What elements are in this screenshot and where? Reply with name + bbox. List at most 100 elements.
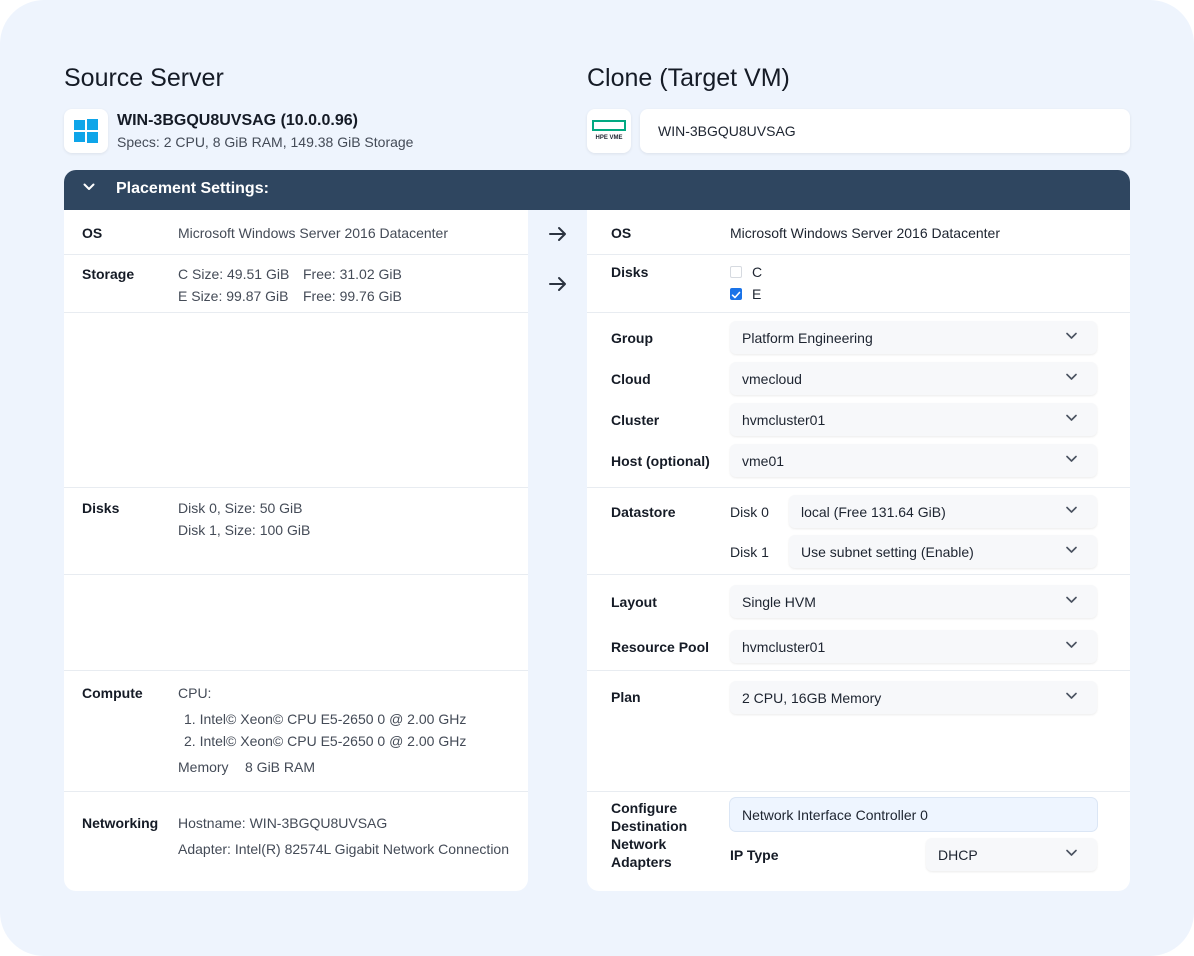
ip-type-select-value: DHCP [938,847,978,863]
divider [64,487,528,488]
network-config-label-line1: Configure [611,800,678,816]
datastore-disk0-label: Disk 0 [730,504,769,520]
cpu-label: CPU: [178,685,212,701]
nic-name-input[interactable]: Network Interface Controller 0 [730,798,1097,831]
divider [64,254,528,255]
resource-pool-select-value: hvmcluster01 [742,639,826,655]
divider [64,791,528,792]
source-server-specs: Specs: 2 CPU, 8 GiB RAM, 149.38 GiB Stor… [117,134,414,150]
target-settings-panel: OS Microsoft Windows Server 2016 Datacen… [587,210,1130,891]
group-label: Group [611,330,653,346]
chevron-down-icon [1066,849,1077,856]
divider [64,574,528,575]
chevron-down-icon [1066,373,1077,380]
chevron-down-icon [1066,596,1077,603]
plan-label: Plan [611,689,641,705]
resource-pool-label: Resource Pool [611,639,710,655]
cluster-label: Cluster [611,412,660,428]
divider [587,574,1130,575]
hpe-vme-logo-text: HPE VME [595,135,622,141]
divider [587,254,1130,255]
source-hostname: Hostname: WIN-3BGQU8UVSAG [178,815,388,831]
source-disk-1: Disk 1, Size: 100 GiB [178,522,311,538]
chevron-down-icon [1066,332,1077,339]
clone-wizard-frame: Source Server Clone (Target VM) WIN-3BGQ… [0,0,1194,956]
storage-e-size: E Size: 99.87 GiB [178,288,289,304]
network-config-label-line2: Destination [611,818,688,834]
chevron-down-icon [1066,506,1077,513]
target-os-value: Microsoft Windows Server 2016 Datacenter [730,225,1000,241]
layout-select[interactable]: Single HVM [730,585,1097,618]
source-details-panel: OS Microsoft Windows Server 2016 Datacen… [64,210,528,891]
datastore-label: Datastore [611,504,676,520]
host-select[interactable]: vme01 [730,444,1097,477]
datastore-disk1-select[interactable]: Use subnet setting (Enable) [789,535,1097,568]
source-server-name: WIN-3BGQU8UVSAG (10.0.0.96) [117,112,358,129]
plan-select-value: 2 CPU, 16GB Memory [742,690,882,706]
divider [587,791,1130,792]
divider [64,312,528,313]
hpe-vme-logo-icon: HPE VME [587,109,631,153]
source-disks-label: Disks [82,500,120,516]
storage-c-free: Free: 31.02 GiB [303,266,402,282]
layout-select-value: Single HVM [742,594,816,610]
chevron-down-icon[interactable] [83,181,95,193]
source-storage-label: Storage [82,266,135,282]
resource-pool-select[interactable]: hvmcluster01 [730,630,1097,663]
source-disk-0: Disk 0, Size: 50 GiB [178,500,303,516]
source-os-value: Microsoft Windows Server 2016 Datacenter [178,225,448,241]
checkmark-icon [731,291,741,299]
target-vm-name-field[interactable]: WIN-3BGQU8UVSAG [640,109,1130,153]
chevron-down-icon [1066,414,1077,421]
divider [64,670,528,671]
arrow-right-icon [549,227,566,241]
source-compute-label: Compute [82,685,143,701]
chevron-down-icon [1066,692,1077,699]
chevron-down-icon [1066,546,1077,553]
cluster-select[interactable]: hvmcluster01 [730,403,1097,436]
disk-c-label: C [752,264,763,280]
network-config-label-line3: Network [611,836,667,852]
host-select-value: vme01 [742,453,785,469]
cloud-select-value: vmecloud [742,371,802,387]
windows-logo-icon [64,109,108,153]
divider [587,312,1130,313]
memory-label: Memory [178,759,229,775]
cloud-select[interactable]: vmecloud [730,362,1097,395]
group-select-value: Platform Engineering [742,330,873,346]
plan-select[interactable]: 2 CPU, 16GB Memory [730,681,1097,714]
clone-target-heading: Clone (Target VM) [587,64,790,92]
datastore-disk1-label: Disk 1 [730,544,769,560]
placement-settings-header[interactable]: Placement Settings: [64,170,1130,210]
cloud-label: Cloud [611,371,651,387]
ip-type-select[interactable]: DHCP [926,838,1097,871]
cluster-select-value: hvmcluster01 [742,412,826,428]
divider [587,670,1130,671]
chevron-down-icon [1066,455,1077,462]
layout-label: Layout [611,594,657,610]
source-os-label: OS [82,225,103,241]
target-os-label: OS [611,225,632,241]
cpu-item-1: 1. Intel© Xeon© CPU E5-2650 0 @ 2.00 GHz [184,711,467,727]
divider [587,487,1130,488]
datastore-disk0-value: local (Free 131.64 GiB) [801,504,946,520]
ip-type-label: IP Type [730,847,779,863]
source-networking-label: Networking [82,815,159,831]
disk-e-label: E [752,286,762,302]
cpu-item-2: 2. Intel© Xeon© CPU E5-2650 0 @ 2.00 GHz [184,733,467,749]
placement-settings-title: Placement Settings: [116,180,269,197]
arrow-right-icon [549,277,566,291]
source-adapter: Adapter: Intel(R) 82574L Gigabit Network… [178,841,509,857]
host-label: Host (optional) [611,453,710,469]
disk-c-checkbox[interactable] [730,266,742,278]
network-config-label-line4: Adapters [611,854,672,870]
source-server-heading: Source Server [64,64,224,92]
chevron-down-icon [1066,641,1077,648]
storage-c-size: C Size: 49.51 GiB [178,266,290,282]
memory-value: 8 GiB RAM [245,759,316,775]
target-disks-label: Disks [611,264,649,280]
datastore-disk0-select[interactable]: local (Free 131.64 GiB) [789,495,1097,528]
group-select[interactable]: Platform Engineering [730,321,1097,354]
disk-e-checkbox[interactable] [730,288,742,300]
datastore-disk1-value: Use subnet setting (Enable) [801,544,974,560]
